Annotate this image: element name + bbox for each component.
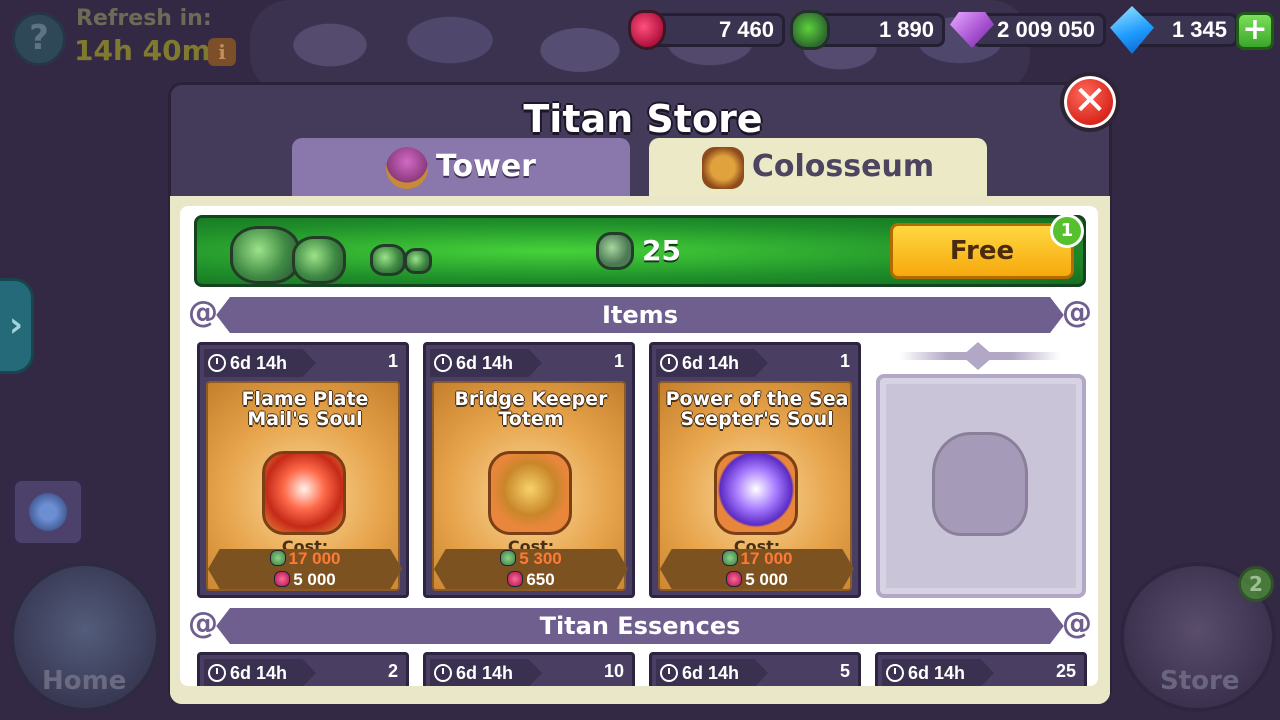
modal-title: Titan Store (523, 97, 763, 141)
add-currency-button[interactable]: + (1236, 12, 1274, 50)
cost-secondary: 650 (434, 570, 628, 590)
titan-potion-icon (274, 571, 291, 587)
soul-stone-icon (500, 550, 517, 566)
free-button[interactable]: Free (890, 223, 1074, 279)
clock-icon (208, 664, 226, 682)
cost-secondary-value: 650 (526, 570, 555, 589)
item-name-line: Bridge Keeper (454, 388, 608, 410)
banner-stone-icon (404, 248, 432, 274)
titan-soul-stone-icon (790, 10, 830, 50)
item-quantity: 1 (839, 351, 850, 371)
store-badge: 2 (1238, 566, 1274, 602)
clock-icon (886, 664, 904, 682)
refresh-label: Refresh in: (76, 6, 212, 31)
sea-scepter-soul-icon (714, 451, 798, 535)
section-title: Titan Essences (539, 612, 741, 640)
section-header-items: @ Items @ (184, 297, 1096, 333)
titan-potion-icon (628, 10, 666, 50)
item-name-line: Mail's Soul (247, 408, 363, 430)
item-name-line: Flame Plate (241, 388, 369, 410)
cost-secondary-value: 5 000 (745, 570, 788, 589)
soul-stone-icon (596, 232, 634, 270)
cost-secondary: 5 000 (660, 570, 854, 590)
item-name: Power of the Sea Scepter's Soul (660, 389, 854, 429)
essence-quantity: 10 (603, 661, 624, 681)
item-name: Bridge Keeper Totem (434, 389, 628, 429)
currency-gems: 2 009 050 (972, 13, 1106, 47)
tab-colosseum-label: Colosseum (751, 149, 935, 184)
free-offer-amount: 25 (642, 234, 681, 267)
swirl-right-icon: @ (1050, 297, 1096, 333)
soul-stone-icon (269, 550, 286, 566)
soul-stone-icon (721, 550, 738, 566)
clock-icon (208, 354, 226, 372)
tab-tower[interactable]: Tower (292, 138, 630, 196)
loot-bag-icon (932, 432, 1028, 536)
home-label: Home (42, 666, 127, 696)
tab-colosseum[interactable]: Colosseum (649, 138, 987, 196)
swirl-left-icon: @ (184, 608, 230, 644)
free-badge: 1 (1050, 214, 1084, 248)
swirl-right-icon: @ (1050, 608, 1096, 644)
item-name: Flame Plate Mail's Soul (208, 389, 402, 429)
clock-icon (660, 354, 678, 372)
clock-icon (434, 664, 452, 682)
panel-bottom-edge (170, 686, 1110, 704)
colosseum-icon (701, 146, 744, 189)
item-quantity: 1 (387, 351, 398, 371)
item-card[interactable]: 6d 14h 1 Flame Plate Mail's Soul Cost: 1… (197, 342, 409, 598)
item-name-line: Totem (498, 408, 564, 430)
side-expand-arrow[interactable]: › (0, 278, 34, 374)
titan-potion-icon (726, 571, 743, 587)
help-button[interactable]: ? (12, 12, 66, 66)
essence-quantity: 2 (387, 661, 398, 681)
side-hero-portrait[interactable] (12, 478, 84, 546)
cost-primary-value: 17 000 (288, 549, 341, 568)
tower-icon (386, 146, 429, 189)
item-card[interactable]: 6d 14h 1 Bridge Keeper Totem Cost: 5 300… (423, 342, 635, 598)
refresh-time: 14h 40m (74, 34, 211, 67)
item-body: Bridge Keeper Totem Cost: 5 300 650 (432, 381, 628, 591)
bridge-keeper-totem-icon (488, 451, 572, 535)
essence-quantity: 5 (839, 661, 850, 681)
cost-secondary-value: 5 000 (293, 570, 336, 589)
item-name-line: Power of the Sea (665, 388, 849, 410)
cost-primary-value: 5 300 (519, 549, 562, 568)
titan-potion-icon (507, 571, 524, 587)
item-card[interactable]: 6d 14h 1 Power of the Sea Scepter's Soul… (649, 342, 861, 598)
section-title: Items (602, 301, 678, 329)
currency-titan-potion: 7 460 (650, 13, 785, 47)
item-body: Power of the Sea Scepter's Soul Cost: 17… (658, 381, 854, 591)
cost-secondary: 5 000 (208, 570, 402, 590)
essence-quantity: 25 (1055, 661, 1076, 681)
banner-stone-icon (230, 226, 300, 284)
item-quantity: 1 (613, 351, 624, 371)
banner-stone-icon (292, 236, 346, 284)
flame-plate-soul-icon (262, 451, 346, 535)
cost-primary: 17 000 (660, 549, 854, 569)
tab-tower-label: Tower (436, 149, 536, 184)
banner-stone-icon (370, 244, 406, 276)
clock-icon (434, 354, 452, 372)
cost-primary-value: 17 000 (740, 549, 793, 568)
item-name-line: Scepter's Soul (680, 408, 834, 430)
close-button[interactable]: ✕ (1060, 72, 1120, 132)
currency-titan-soul-stone: 1 890 (810, 13, 945, 47)
clock-icon (660, 664, 678, 682)
store-label: Store (1160, 666, 1240, 696)
section-header-essences: @ Titan Essences @ (184, 608, 1096, 644)
item-body: Flame Plate Mail's Soul Cost: 17 000 5 0… (206, 381, 402, 591)
swirl-left-icon: @ (184, 297, 230, 333)
cost-primary: 17 000 (208, 549, 402, 569)
cost-primary: 5 300 (434, 549, 628, 569)
info-icon[interactable]: i (208, 38, 236, 66)
